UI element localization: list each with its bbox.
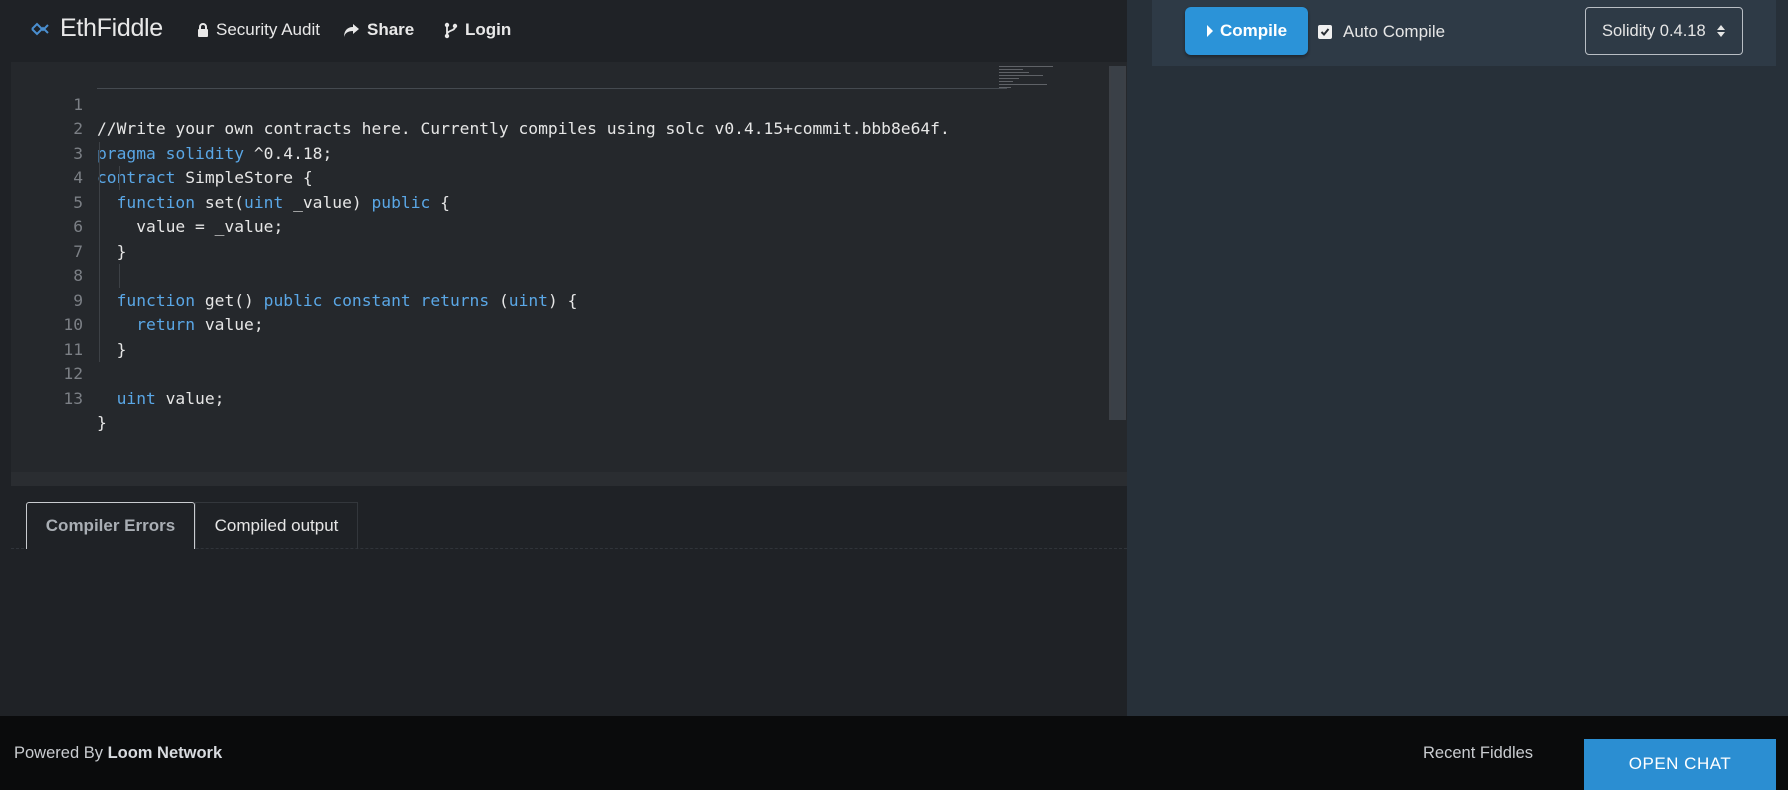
lock-icon <box>198 22 208 37</box>
editor-scrollbar[interactable] <box>1109 66 1126 420</box>
loom-network-link[interactable]: Loom Network <box>108 744 223 762</box>
recent-fiddles-link[interactable]: Recent Fiddles <box>1423 744 1533 763</box>
code-text: function set(uint _value) public { <box>116 192 450 212</box>
code-text: return value; <box>136 315 264 334</box>
code-text: contract SimpleStore { <box>97 168 313 187</box>
solidity-version-select[interactable]: Solidity 0.4.18 <box>1585 7 1743 55</box>
keyword-token: constant <box>332 290 411 310</box>
code-text: } <box>97 339 127 359</box>
code-editor[interactable]: 1 //Write your own contracts here. Curre… <box>11 62 1127 472</box>
compile-button[interactable]: Compile <box>1185 7 1308 55</box>
code-line: 12 uint value; <box>11 338 224 408</box>
powered-by: Powered By Loom Network <box>14 744 222 763</box>
play-icon <box>1206 25 1213 37</box>
code-line: 2 pragma solidity ^0.4.18; <box>11 93 332 163</box>
compiler-console: Compiler Errors Compiled output <box>11 486 1127 716</box>
brand-name: EthFiddle <box>60 14 163 42</box>
code-text: function get() public constant returns (… <box>116 290 578 310</box>
compile-label: Compile <box>1219 21 1288 40</box>
keyword-token: function <box>116 192 196 212</box>
brand[interactable]: EthFiddle <box>28 14 163 43</box>
share-arrow-icon <box>344 23 359 37</box>
keyword-token: uint <box>244 192 284 212</box>
code-line: 9 return value; <box>11 264 263 335</box>
keyword-token: contract <box>97 168 176 187</box>
code-line: 1 //Write your own contracts here. Curre… <box>11 68 950 139</box>
footer: Powered By Loom Network Recent Fiddles O… <box>0 716 1788 790</box>
current-line-underline <box>97 88 1007 89</box>
keyword-token: function <box>116 290 196 310</box>
security-audit-link[interactable]: Security Audit <box>197 20 320 40</box>
git-branch-icon <box>444 22 458 38</box>
keyword-token: return <box>136 315 196 334</box>
right-panel: Compile Auto Compile Solidity 0.4.18 <box>1127 0 1788 716</box>
version-selected-value: Solidity 0.4.18 <box>1602 21 1706 40</box>
code-line: 13 } <box>11 362 106 433</box>
powered-by-text: Powered By <box>14 744 103 762</box>
security-audit-label: Security Audit <box>216 20 320 39</box>
code-text: pragma solidity ^0.4.18; <box>97 143 333 163</box>
keyword-token: uint <box>116 388 156 408</box>
share-label: Share <box>367 20 415 39</box>
code-line: 3 contract SimpleStore { <box>11 117 312 188</box>
infinity-logo-icon <box>31 22 49 35</box>
compile-toolbar: Compile Auto Compile Solidity 0.4.18 <box>1152 0 1776 66</box>
code-text: } <box>97 241 127 261</box>
auto-compile-toggle[interactable]: Auto Compile <box>1318 22 1445 42</box>
keyword-token: solidity <box>165 143 245 163</box>
open-chat-button[interactable]: OPEN CHAT <box>1584 739 1776 790</box>
share-link[interactable]: Share <box>343 20 414 40</box>
code-line: 11 <box>11 313 83 359</box>
indent-guide <box>119 264 120 288</box>
keyword-token: pragma <box>97 143 156 163</box>
tab-compiler-errors[interactable]: Compiler Errors <box>26 502 195 549</box>
check-icon <box>1320 28 1330 36</box>
code-line: 5 value = _value; <box>11 166 283 237</box>
auto-compile-label: Auto Compile <box>1343 22 1446 41</box>
code-text: value = _value; <box>97 217 284 236</box>
indent-guide <box>119 166 120 190</box>
keyword-token: returns <box>420 290 490 310</box>
keyword-token: public <box>371 192 431 212</box>
keyword-token: public <box>263 290 323 310</box>
code-line: 4 function set(uint _value) public { <box>11 142 450 212</box>
tab-compiled-output[interactable]: Compiled output <box>195 502 358 549</box>
code-text: //Write your own contracts here. Current… <box>97 119 950 138</box>
panel-resizer[interactable] <box>11 472 1127 486</box>
keyword-token: uint <box>508 290 548 310</box>
code-text: } <box>97 413 107 432</box>
updown-caret-icon <box>1716 25 1725 37</box>
code-line: 6 } <box>11 191 126 261</box>
indent-guide <box>99 141 100 362</box>
code-line: 8 function get() public constant returns… <box>11 240 577 310</box>
line-number: 13 <box>63 388 83 408</box>
editor-scrollbar-thumb[interactable] <box>1111 66 1124 420</box>
top-navigation: EthFiddle Security Audit Share Login <box>0 0 1152 62</box>
code-minimap[interactable] <box>999 66 1055 92</box>
code-text: uint value; <box>116 388 225 408</box>
login-link[interactable]: Login <box>444 20 511 40</box>
code-line: 10 } <box>11 289 126 359</box>
auto-compile-checkbox[interactable] <box>1318 25 1332 39</box>
code-line: 7 <box>11 215 83 261</box>
login-label: Login <box>465 20 512 39</box>
